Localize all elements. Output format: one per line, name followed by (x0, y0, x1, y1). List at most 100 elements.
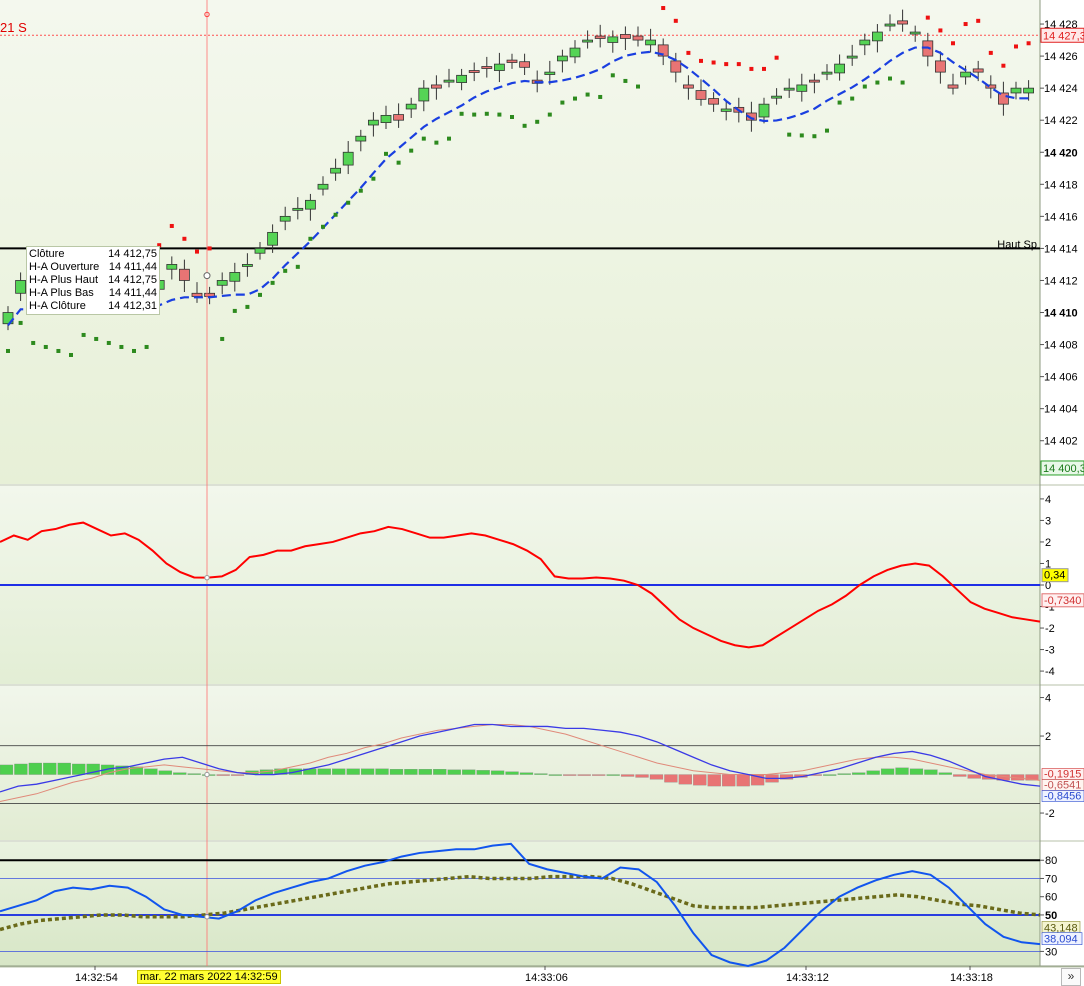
candle-body (872, 31, 883, 42)
candle-body (796, 84, 808, 92)
sar-dot (258, 292, 262, 297)
sar-dot (1026, 41, 1031, 46)
sar-dot (837, 100, 842, 105)
tooltip-value: 14 412,31 (108, 300, 157, 312)
sar-dot (459, 111, 464, 116)
osc1-tick-label: -3 (1045, 645, 1055, 657)
candle-body (519, 61, 530, 68)
sar-dot (371, 176, 376, 181)
candle-body (443, 79, 455, 83)
candle-body (330, 167, 342, 174)
candle-body (506, 59, 518, 63)
osc2-histogram-bar (953, 774, 967, 777)
crosshair-marker (203, 272, 211, 280)
candle-body (342, 151, 354, 166)
candle-body (481, 66, 493, 69)
osc2-histogram-bar (563, 774, 577, 776)
sar-dot (346, 200, 351, 205)
candle-body (695, 90, 707, 100)
candle-body (972, 68, 984, 73)
osc2-histogram-bar (332, 768, 346, 775)
candle-body (166, 264, 178, 270)
sar-dot (673, 18, 678, 23)
candle-body (254, 248, 266, 254)
candle-body (241, 264, 253, 267)
tooltip-row-close: Clôture 14 412,75 (29, 248, 157, 261)
scroll-right-button[interactable]: » (1061, 968, 1081, 986)
osc2-histogram-bar (43, 762, 57, 775)
tooltip-label: H-A Ouverture (29, 261, 100, 273)
osc2-histogram-bar (57, 762, 71, 775)
candle-body (594, 35, 606, 39)
candle-body (557, 55, 568, 62)
sar-dot (850, 96, 855, 101)
candle-body (304, 199, 316, 210)
sar-dot (724, 62, 729, 67)
crosshair-marker (204, 574, 210, 581)
current-price-label: 14 427,3 (1043, 30, 1084, 42)
sar-dot (43, 344, 48, 349)
osc2-histogram-bar (736, 774, 750, 787)
osc2-histogram-bar (823, 774, 837, 776)
sar-dot (106, 340, 111, 345)
osc2-tick-label: -2 (1045, 808, 1055, 820)
candle-body (355, 135, 367, 142)
sar-dot (31, 340, 36, 345)
time-tick-label: 14:33:18 (950, 972, 993, 984)
cursor-date-label: mar. 22 mars 2022 14:32:59 (137, 970, 281, 984)
osc2-histogram-bar (0, 764, 14, 775)
osc2-histogram-bar (404, 769, 418, 775)
sar-dot (81, 332, 86, 337)
instrument-label: 21 S (0, 20, 27, 35)
candle-body (15, 280, 27, 294)
osc2-histogram-bar (880, 768, 895, 775)
tooltip-row-ha-open: H-A Ouverture 14 411,44 (29, 261, 157, 274)
sar-dot (421, 136, 426, 141)
candle-body (569, 47, 581, 58)
osc2-histogram-bar (852, 772, 866, 775)
sar-dot (862, 84, 867, 89)
osc1-tick-label: -4 (1045, 666, 1055, 678)
osc2-histogram-bar (72, 763, 86, 775)
candle-body (229, 272, 241, 282)
candle-body (292, 207, 304, 211)
sar-dot (484, 111, 489, 116)
candle-body (456, 74, 468, 83)
sar-dot (598, 94, 603, 99)
sar-dot (988, 50, 993, 55)
osc2-histogram-bar (14, 763, 28, 775)
sar-dot (132, 348, 136, 353)
candle-body (607, 36, 619, 43)
sar-dot (232, 308, 237, 313)
candle-body (683, 84, 694, 89)
sar-dot (636, 84, 640, 89)
osc2-histogram-bar (216, 774, 230, 776)
osc2-histogram-bar (447, 769, 461, 775)
sar-dot (472, 112, 477, 117)
time-tick-label: 14:32:54 (75, 972, 118, 984)
sar-dot (409, 148, 414, 153)
sar-dot (308, 236, 313, 241)
sar-dot (321, 224, 325, 229)
chart-canvas[interactable]: 14 42814 42614 42414 42214 42014 41814 4… (0, 0, 1084, 984)
sar-dot (119, 344, 124, 349)
candle-body (191, 292, 203, 297)
panel-background (0, 686, 1040, 840)
candle-body (1010, 87, 1022, 94)
tooltip-row-ha-high: H-A Plus Haut 14 412,75 (29, 274, 157, 287)
osc3-tick-label: 30 (1045, 946, 1057, 958)
osc2-histogram-bar (664, 774, 678, 783)
sar-dot (522, 123, 527, 128)
tooltip-label: H-A Clôture (29, 300, 86, 312)
osc1-value2-label: -0,7340 (1044, 595, 1081, 607)
sar-dot (749, 66, 754, 71)
candle-body (279, 215, 291, 222)
sar-dot (699, 58, 703, 63)
candle-body (1023, 87, 1034, 94)
candle-body (960, 71, 971, 78)
candle-body (582, 39, 593, 43)
candle-body (430, 84, 442, 89)
sar-dot (573, 96, 577, 101)
candle-body (859, 39, 871, 46)
osc2-tick-label: 2 (1045, 731, 1051, 743)
